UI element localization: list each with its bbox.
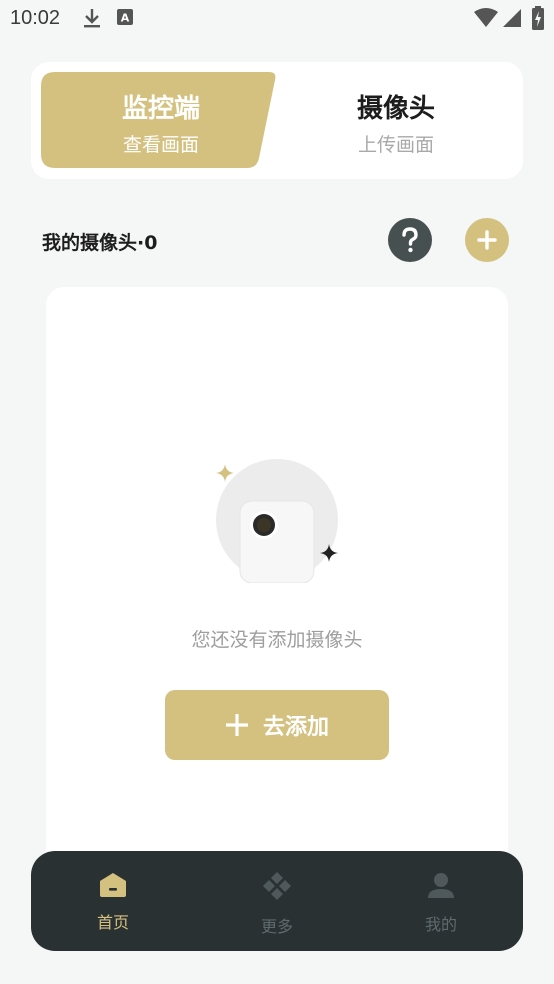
nav-label-more: 更多 [260,917,293,936]
tab-monitor-subtitle: 查看画面 [122,134,199,156]
nav-item-home[interactable]: 首页 [63,871,163,933]
diamond-grid-icon [263,872,291,900]
sparkle-dark-icon [320,544,338,562]
add-camera-button[interactable] [465,218,509,262]
tab-camera[interactable]: 摄像头 上传画面 [293,72,499,168]
user-icon [428,873,454,898]
download-icon [82,7,102,33]
go-add-button[interactable]: 去添加 [165,690,389,760]
nav-item-mine[interactable]: 我的 [391,871,491,935]
my-cameras-title: 我的摄像头·0 [42,232,158,254]
sparkle-gold-icon [216,464,234,482]
help-button[interactable] [388,218,432,262]
tab-camera-title: 摄像头 [356,94,435,124]
mode-switch: 监控端 查看画面 摄像头 上传画面 [31,62,523,179]
empty-message: 您还没有添加摄像头 [191,629,363,651]
battery-charging-icon [532,6,544,34]
camera-list-empty-card: 您还没有添加摄像头 去添加 [46,287,508,887]
go-add-label: 去添加 [262,715,329,740]
svg-text:A: A [121,12,130,25]
nav-item-more[interactable]: 更多 [227,871,327,937]
tab-camera-subtitle: 上传画面 [357,134,434,156]
nav-label-mine: 我的 [424,915,457,934]
plus-icon [225,714,248,736]
status-time: 10:02 [10,7,61,29]
wifi-icon [474,8,498,32]
tab-monitor-title: 监控端 [121,94,200,124]
plus-icon [477,230,497,250]
bottom-nav: 首页 更多 我的 [31,851,523,951]
status-bar: 10:02 A [0,0,554,38]
nav-label-home: 首页 [96,913,129,932]
signal-icon [502,8,522,32]
question-icon [402,227,418,253]
keyboard-a-icon: A [117,9,133,29]
home-icon [100,873,126,897]
tab-monitor[interactable]: 监控端 查看画面 [41,72,281,168]
